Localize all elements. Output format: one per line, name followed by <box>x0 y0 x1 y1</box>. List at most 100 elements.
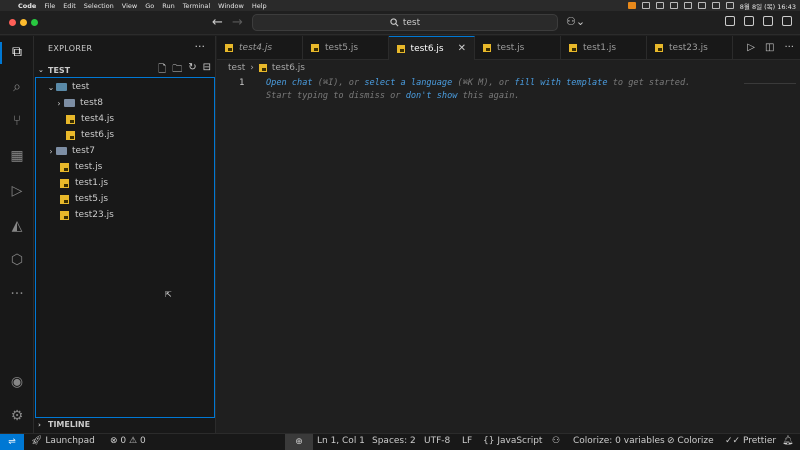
menu-run[interactable]: Run <box>162 2 174 10</box>
tree-file-test23[interactable]: test23.js <box>36 207 216 223</box>
tree-file-test6[interactable]: test6.js <box>36 127 216 143</box>
tree-file-test5[interactable]: test5.js <box>36 191 216 207</box>
tree-file-test1[interactable]: test1.js <box>36 175 216 191</box>
breadcrumb-file[interactable]: test6.js <box>272 63 305 73</box>
javascript-file-icon <box>60 178 69 188</box>
timeline-section-header[interactable]: › TIMELINE <box>38 420 90 429</box>
minimap[interactable] <box>744 83 796 84</box>
colorize-variables[interactable]: Colorize: 0 variables <box>573 436 665 446</box>
launchpad-item[interactable]: 🚀︎ Launchpad <box>31 436 95 446</box>
tab-label: test.js <box>497 43 525 53</box>
menubar-tray-icon[interactable] <box>641 2 650 9</box>
close-window-button[interactable] <box>9 19 16 26</box>
menu-go[interactable]: Go <box>145 2 154 10</box>
menu-terminal[interactable]: Terminal <box>183 2 210 10</box>
toggle-secondary-sidebar-icon[interactable] <box>763 16 773 26</box>
source-control-icon[interactable]: ⑂ <box>7 111 27 131</box>
tab-test5[interactable]: test5.js <box>303 36 389 60</box>
sidebar-title: EXPLORER <box>48 44 93 53</box>
dont-show-link[interactable]: don't show <box>406 91 458 101</box>
language-mode[interactable]: {} JavaScript <box>483 436 542 446</box>
tab-label: test6.js <box>410 43 444 54</box>
customize-layout-icon[interactable] <box>782 16 792 26</box>
command-center-search[interactable]: test <box>252 14 558 31</box>
package-icon[interactable]: ⬡ <box>7 250 27 270</box>
tab-test6[interactable]: test6.js ✕ <box>389 36 475 60</box>
menubar-tray-icon[interactable] <box>669 2 678 9</box>
search-icon[interactable]: ⌕ <box>7 77 27 97</box>
explorer-icon[interactable]: ⧉ <box>7 42 27 62</box>
tree-item-label: test6.js <box>81 130 115 140</box>
run-icon[interactable]: ▷ <box>747 42 755 53</box>
chevron-right-icon: › <box>49 146 53 156</box>
tree-item-label: test5.js <box>75 194 109 204</box>
open-chat-link[interactable]: Open chat <box>266 78 313 88</box>
more-icon[interactable]: ··· <box>7 284 27 304</box>
window-controls <box>9 19 38 26</box>
toggle-panel-icon[interactable] <box>744 16 754 26</box>
line-number: 1 <box>239 78 245 88</box>
menu-selection[interactable]: Selection <box>84 2 114 10</box>
encoding[interactable]: UTF-8 <box>424 436 450 446</box>
menubar-tray-icon[interactable] <box>655 2 664 9</box>
battery-icon[interactable] <box>711 2 720 9</box>
colorize-label: Colorize <box>677 436 714 446</box>
menu-app-name[interactable]: Code <box>18 2 36 10</box>
tree-file-test4[interactable]: test4.js <box>36 111 216 127</box>
tab-test[interactable]: test.js <box>475 36 561 60</box>
code-editor[interactable]: 1 Open chat (⌘I), or select a language (… <box>217 76 800 433</box>
menu-window[interactable]: Window <box>218 2 244 10</box>
settings-gear-icon[interactable]: ⚙ <box>7 406 27 426</box>
end-of-line[interactable]: LF <box>462 436 472 446</box>
tree-folder-test7[interactable]: › test7 <box>36 143 216 159</box>
tree-folder-test8[interactable]: › test8 <box>36 95 216 111</box>
macos-menubar: Code File Edit Selection View Go Run Ter… <box>0 0 800 11</box>
sidebar-more-icon[interactable]: ··· <box>195 40 206 53</box>
zoom-window-button[interactable] <box>31 19 38 26</box>
cursor-position[interactable]: Ln 1, Col 1 <box>317 436 365 446</box>
prettier-item[interactable]: ✓✓ Prettier <box>725 436 776 446</box>
copilot-status-icon[interactable]: ⚇ <box>552 436 560 446</box>
tab-test4[interactable]: test4.js <box>217 36 303 60</box>
account-icon[interactable]: ◉ <box>7 372 27 392</box>
minimize-window-button[interactable] <box>20 19 27 26</box>
select-language-link[interactable]: select a language <box>364 78 452 88</box>
extensions-icon[interactable]: ▦ <box>7 146 27 166</box>
javascript-file-icon <box>655 44 663 52</box>
prisma-icon[interactable]: ◭ <box>7 216 27 236</box>
arrow-right-icon[interactable]: → <box>232 15 243 30</box>
copilot-icon[interactable]: ⚇⌄ <box>566 15 585 28</box>
menu-file[interactable]: File <box>44 2 55 10</box>
tab-test23[interactable]: test23.js <box>647 36 733 60</box>
toggle-primary-sidebar-icon[interactable] <box>725 16 735 26</box>
close-icon[interactable]: ✕ <box>458 43 466 54</box>
run-debug-icon[interactable]: ▷ <box>7 181 27 201</box>
search-icon <box>390 18 399 27</box>
breadcrumb-folder[interactable]: test <box>228 63 245 73</box>
menubar-app-icon[interactable] <box>627 2 636 9</box>
fill-template-link[interactable]: fill with template <box>514 78 607 88</box>
problems-item[interactable]: ⊗ 0 ⚠ 0 <box>110 436 146 446</box>
split-editor-icon[interactable]: ◫ <box>765 42 774 53</box>
menu-help[interactable]: Help <box>252 2 267 10</box>
arrow-left-icon[interactable]: ← <box>212 15 223 30</box>
indentation[interactable]: Spaces: 2 <box>372 436 416 446</box>
chevron-right-icon: › <box>38 420 41 429</box>
colorize-item[interactable]: ⊘ Colorize <box>667 436 714 446</box>
tree-folder-test[interactable]: ⌄ test <box>36 79 216 95</box>
menubar-tray-icon[interactable] <box>683 2 692 9</box>
notifications-bell-icon[interactable]: 🔔︎ <box>782 436 793 446</box>
menu-edit[interactable]: Edit <box>63 2 76 10</box>
wifi-icon[interactable] <box>725 2 734 9</box>
tree-item-label: test.js <box>75 162 103 172</box>
zoom-icon[interactable]: ⊕ <box>285 434 313 450</box>
remote-indicator-icon[interactable]: ⇌ <box>0 434 24 450</box>
menu-view[interactable]: View <box>122 2 137 10</box>
menubar-tray-icon[interactable] <box>697 2 706 9</box>
timeline-label: TIMELINE <box>48 420 91 429</box>
more-actions-icon[interactable]: ··· <box>784 42 794 53</box>
double-check-icon: ✓✓ <box>725 436 741 446</box>
tree-file-test[interactable]: test.js <box>36 159 216 175</box>
menubar-clock[interactable]: 8월 8일 (목) 16:43 <box>740 1 796 11</box>
tab-test1[interactable]: test1.js <box>561 36 647 60</box>
